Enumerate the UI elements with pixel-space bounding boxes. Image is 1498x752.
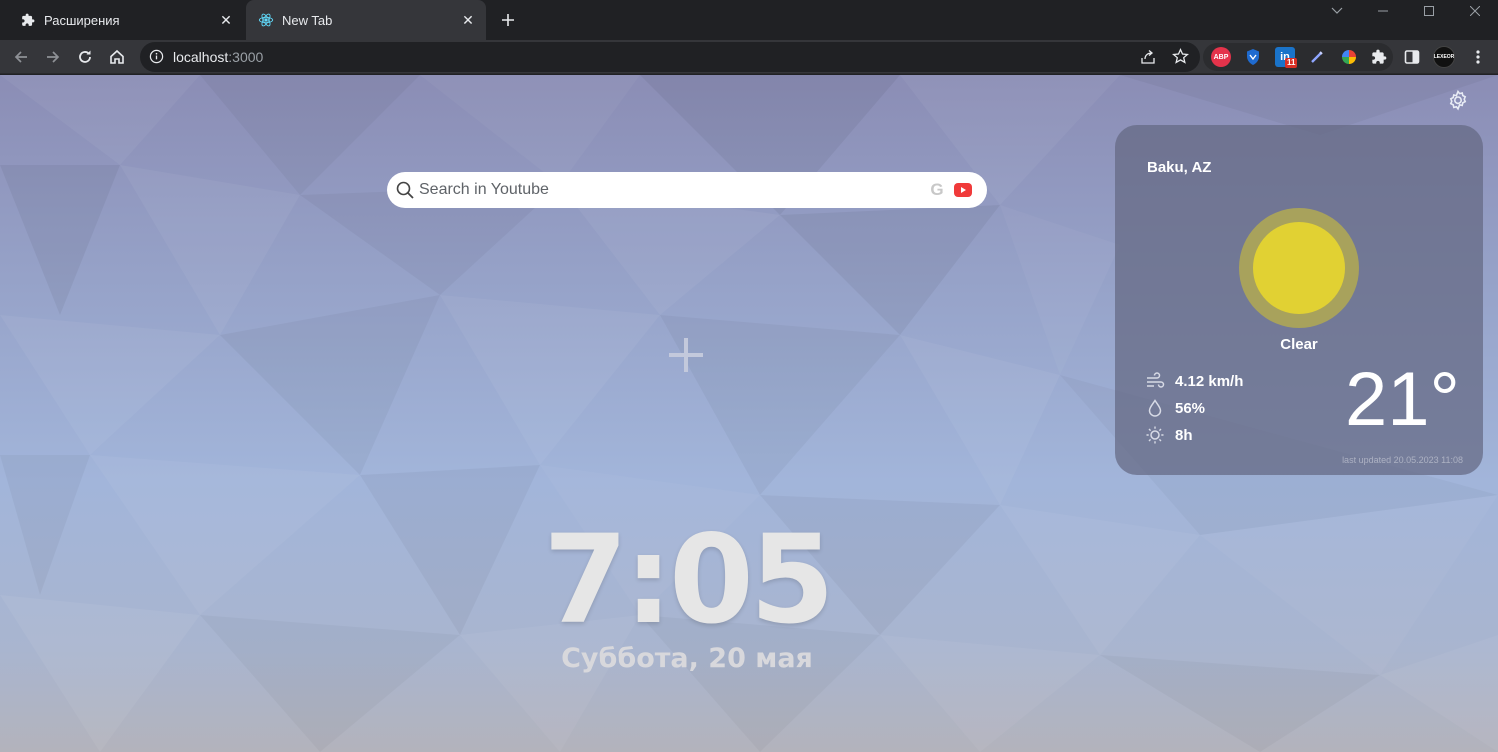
url-host: localhost (173, 49, 229, 65)
tab-extensions[interactable]: Расширения ✕ (0, 0, 244, 40)
extensions-puzzle-icon[interactable] (1369, 47, 1389, 67)
bookmark-star-icon[interactable] (1172, 48, 1189, 70)
settings-gear-icon[interactable] (1446, 89, 1470, 113)
wind-stat: 4.12 km/h (1145, 370, 1243, 392)
humidity-value: 56% (1175, 399, 1206, 417)
weather-widget: Baku, AZ Clear 4.12 km/h 56% 8h 21° last… (1115, 125, 1483, 475)
lexeor-label: LEXEOR (1433, 46, 1455, 68)
tab-title: Расширения (44, 12, 120, 28)
clock-date: Суббота, 20 мая (561, 643, 813, 674)
url-text[interactable]: localhost:3000 (173, 49, 263, 65)
puzzle-icon (20, 12, 36, 28)
last-updated: last updated 20.05.2023 11:08 (1342, 455, 1463, 465)
chevron-down-icon[interactable] (1314, 0, 1360, 22)
react-icon (258, 12, 274, 28)
vpn-shield-icon[interactable] (1243, 47, 1263, 67)
url-port: :3000 (228, 49, 264, 65)
color-picker-icon[interactable] (1307, 47, 1327, 67)
address-bar[interactable]: localhost:3000 (140, 42, 1200, 72)
daylight-value: 8h (1175, 426, 1193, 444)
sun-icon (1239, 208, 1359, 328)
clock-time: 7:05 (543, 509, 834, 651)
weather-condition: Clear (1280, 336, 1318, 353)
temperature: 21° (1345, 357, 1460, 442)
daylight-stat: 8h (1145, 424, 1193, 446)
kebab-menu-icon[interactable] (1464, 43, 1492, 71)
weather-city: Baku, AZ (1147, 159, 1212, 176)
search-bar: G (387, 172, 987, 208)
maximize-button[interactable] (1406, 0, 1452, 22)
droplet-icon (1148, 399, 1162, 417)
close-window-button[interactable] (1452, 0, 1498, 22)
minimize-button[interactable] (1360, 0, 1406, 22)
youtube-engine-icon[interactable] (954, 183, 972, 197)
close-icon[interactable]: ✕ (456, 8, 480, 32)
search-icon (396, 181, 414, 204)
adblock-icon[interactable]: ABP (1211, 47, 1231, 67)
close-icon[interactable]: ✕ (214, 8, 238, 32)
wind-icon (1147, 372, 1165, 388)
tab-strip: Расширения ✕ New Tab ✕ (0, 0, 1498, 40)
tab-new-tab[interactable]: New Tab ✕ (246, 0, 486, 40)
home-button[interactable] (103, 43, 131, 71)
search-input[interactable] (419, 172, 919, 208)
google-engine-icon[interactable]: G (927, 180, 947, 200)
new-tab-page: G Baku, AZ Clear 4.12 km/h 56% 8h 21° la… (0, 75, 1498, 752)
side-panel-icon[interactable] (1398, 43, 1426, 71)
sun-small-icon (1146, 426, 1164, 444)
share-icon[interactable] (1140, 49, 1156, 70)
extensions-bar: ABP in 11 (1203, 43, 1393, 71)
info-icon[interactable] (149, 49, 164, 69)
wind-value: 4.12 km/h (1175, 372, 1244, 390)
tab-title: New Tab (282, 12, 333, 28)
lexeor-icon[interactable]: LEXEOR (1430, 43, 1458, 71)
reload-button[interactable] (71, 43, 99, 71)
add-shortcut-button[interactable] (663, 332, 709, 378)
back-button[interactable] (7, 43, 35, 71)
notification-badge: 11 (1285, 58, 1298, 68)
forward-button[interactable] (39, 43, 67, 71)
color-wheel-icon[interactable] (1339, 47, 1359, 67)
browser-toolbar: localhost:3000 ABP in 11 LEXEOR (0, 40, 1498, 74)
humidity-stat: 56% (1145, 397, 1205, 419)
new-tab-button[interactable] (496, 8, 520, 32)
